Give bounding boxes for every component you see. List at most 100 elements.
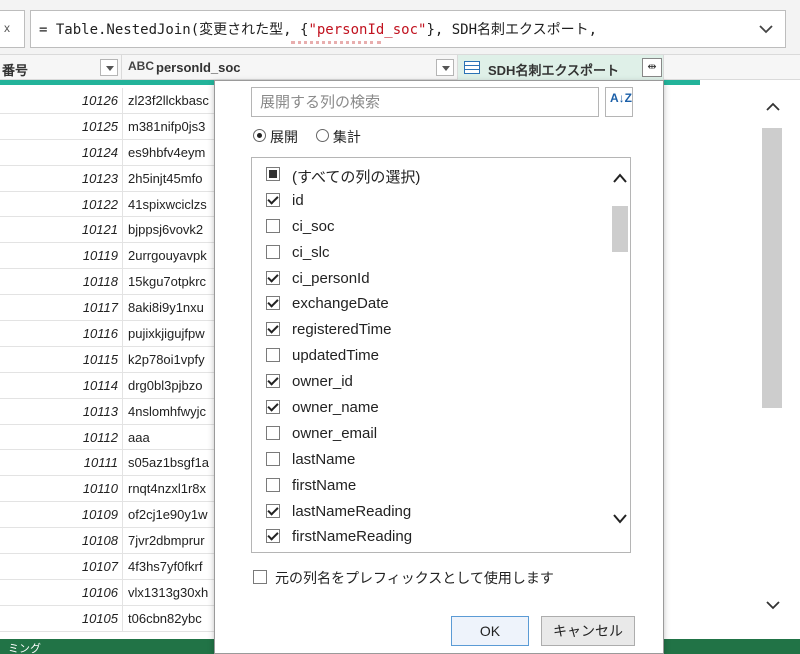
row-number-cell[interactable]: 10121: [82, 222, 118, 237]
row-personid-cell[interactable]: 7jvr2dbmprur: [128, 533, 214, 548]
row-number-cell[interactable]: 10126: [82, 93, 118, 108]
grid-vertical-scrollbar[interactable]: [760, 88, 786, 628]
column-checklist-item[interactable]: exchangeDate: [252, 291, 608, 317]
scroll-up-icon[interactable]: [612, 172, 628, 184]
column-checkbox[interactable]: [266, 529, 280, 544]
text-type-icon[interactable]: ABC: [128, 59, 154, 73]
row-personid-cell[interactable]: 2urrgouyavpk: [128, 248, 214, 263]
column-checkbox[interactable]: [266, 451, 280, 466]
table-row[interactable]: 10118 15kgu7otpkrc: [0, 269, 214, 296]
column-checklist-item[interactable]: lastNameReading: [252, 499, 608, 525]
column-checkbox[interactable]: [266, 503, 280, 518]
row-number-cell[interactable]: 10122: [82, 197, 118, 212]
row-personid-cell[interactable]: 4nslomhfwyjc: [128, 404, 214, 419]
column-checkbox[interactable]: [266, 270, 280, 285]
row-personid-cell[interactable]: of2cj1e90y1w: [128, 507, 214, 522]
row-personid-cell[interactable]: es9hbfv4eym: [128, 145, 214, 160]
table-row[interactable]: 10116 pujixkjigujfpw: [0, 321, 214, 347]
row-personid-cell[interactable]: 8aki8i9y1nxu: [128, 300, 214, 315]
row-personid-cell[interactable]: zl23f2llckbasc: [128, 93, 214, 108]
use-prefix-checkbox[interactable]: [253, 570, 267, 584]
column-filter-dropdown-icon[interactable]: [436, 59, 454, 76]
column-checklist-item[interactable]: updatedTime: [252, 343, 608, 369]
column-checkbox[interactable]: [266, 167, 280, 181]
column-checklist-item[interactable]: lastName: [252, 447, 608, 473]
column-checkbox[interactable]: [266, 400, 280, 415]
column-checklist-item[interactable]: id: [252, 188, 608, 214]
column-header-sdh-table[interactable]: SDH名刺エクスポート ⇹: [458, 55, 664, 80]
table-type-icon[interactable]: [464, 61, 480, 74]
row-number-cell[interactable]: 10113: [83, 404, 118, 419]
row-personid-cell[interactable]: m381nifp0js3: [128, 119, 214, 134]
row-personid-cell[interactable]: 41spixwciclzs: [128, 197, 214, 212]
column-search-input[interactable]: [251, 87, 599, 117]
checklist-scroll-thumb[interactable]: [612, 206, 628, 252]
row-personid-cell[interactable]: rnqt4nzxl1r8x: [128, 481, 214, 496]
row-number-cell[interactable]: 10107: [82, 559, 118, 574]
table-row[interactable]: 10123 2h5injt45mfo: [0, 165, 214, 192]
column-checklist-item[interactable]: firstName: [252, 473, 608, 499]
table-row[interactable]: 10119 2urrgouyavpk: [0, 243, 214, 270]
scroll-down-icon[interactable]: [612, 513, 628, 525]
column-checklist-item[interactable]: (すべての列の選択): [252, 162, 608, 188]
row-number-cell[interactable]: 10105: [82, 611, 118, 626]
row-number-cell[interactable]: 10112: [83, 430, 118, 445]
column-checklist-item[interactable]: owner_name: [252, 395, 608, 421]
sort-columns-button[interactable]: A↓Z: [605, 87, 633, 117]
table-row[interactable]: 10125 m381nifp0js3: [0, 113, 214, 140]
expand-formula-chevron-icon[interactable]: [757, 20, 775, 38]
column-checkbox[interactable]: [266, 296, 280, 311]
row-number-cell[interactable]: 10111: [84, 455, 118, 470]
row-number-cell[interactable]: 10114: [83, 378, 118, 393]
column-checklist-item[interactable]: firstNameReading: [252, 524, 608, 550]
row-number-cell[interactable]: 10125: [82, 119, 118, 134]
row-number-cell[interactable]: 10106: [82, 585, 118, 600]
table-row[interactable]: 10124 es9hbfv4eym: [0, 139, 214, 166]
row-number-cell[interactable]: 10117: [83, 300, 118, 315]
row-personid-cell[interactable]: k2p78oi1vpfy: [128, 352, 214, 367]
row-personid-cell[interactable]: 15kgu7otpkrc: [128, 274, 214, 289]
expand-column-icon[interactable]: ⇹: [642, 58, 662, 77]
radio-expand-dot[interactable]: [253, 129, 266, 142]
row-number-cell[interactable]: 10124: [82, 145, 118, 160]
column-checklist-item[interactable]: registeredTime: [252, 317, 608, 343]
table-row[interactable]: 10126 zl23f2llckbasc: [0, 88, 214, 114]
column-checklist-item[interactable]: ci_slc: [252, 240, 608, 266]
formula-input[interactable]: = Table.NestedJoin(変更された型, {"personId_so…: [30, 10, 786, 48]
table-row[interactable]: 10121 bjppsj6vovk2: [0, 217, 214, 244]
column-checkbox[interactable]: [266, 374, 280, 389]
grid-scroll-thumb[interactable]: [762, 128, 782, 408]
table-row[interactable]: 10112 aaa: [0, 424, 214, 451]
radio-expand[interactable]: 展開: [253, 127, 298, 147]
radio-aggregate-dot[interactable]: [315, 129, 329, 142]
table-row[interactable]: 10110 rnqt4nzxl1r8x: [0, 476, 214, 503]
radio-aggregate[interactable]: 集計: [315, 127, 361, 147]
table-row[interactable]: 10113 4nslomhfwyjc: [0, 398, 214, 425]
row-number-cell[interactable]: 10115: [83, 352, 118, 367]
table-row[interactable]: 10111 s05az1bsgf1a: [0, 450, 214, 477]
column-checkbox[interactable]: [266, 218, 280, 233]
table-row[interactable]: 10114 drg0bl3pjbzo: [0, 372, 214, 399]
ok-button[interactable]: OK: [451, 616, 529, 646]
column-checklist-item[interactable]: ci_personId: [252, 266, 608, 292]
row-number-cell[interactable]: 10118: [83, 274, 118, 289]
scroll-up-icon[interactable]: [766, 102, 780, 112]
column-checkbox[interactable]: [266, 425, 280, 440]
column-checklist-item[interactable]: ci_soc: [252, 214, 608, 240]
row-number-cell[interactable]: 10116: [83, 326, 118, 341]
row-personid-cell[interactable]: pujixkjigujfpw: [128, 326, 214, 341]
cancel-button[interactable]: キャンセル: [541, 616, 635, 646]
row-personid-cell[interactable]: t06cbn82ybc: [128, 611, 214, 626]
table-row[interactable]: 10108 7jvr2dbmprur: [0, 528, 214, 555]
column-checkbox[interactable]: [266, 322, 280, 337]
row-personid-cell[interactable]: s05az1bsgf1a: [128, 455, 214, 470]
checklist-scrollbar[interactable]: [610, 158, 630, 552]
row-personid-cell[interactable]: vlx1313g30xh: [128, 585, 214, 600]
row-number-cell[interactable]: 10110: [83, 481, 118, 496]
table-row[interactable]: 10115 k2p78oi1vpfy: [0, 346, 214, 373]
table-row[interactable]: 10122 41spixwciclzs: [0, 191, 214, 218]
column-header-personid[interactable]: ABC personId_soc: [122, 55, 458, 80]
column-checklist-item[interactable]: owner_id: [252, 369, 608, 395]
column-header-number[interactable]: 番号: [0, 55, 122, 80]
column-checkbox[interactable]: [266, 348, 280, 363]
